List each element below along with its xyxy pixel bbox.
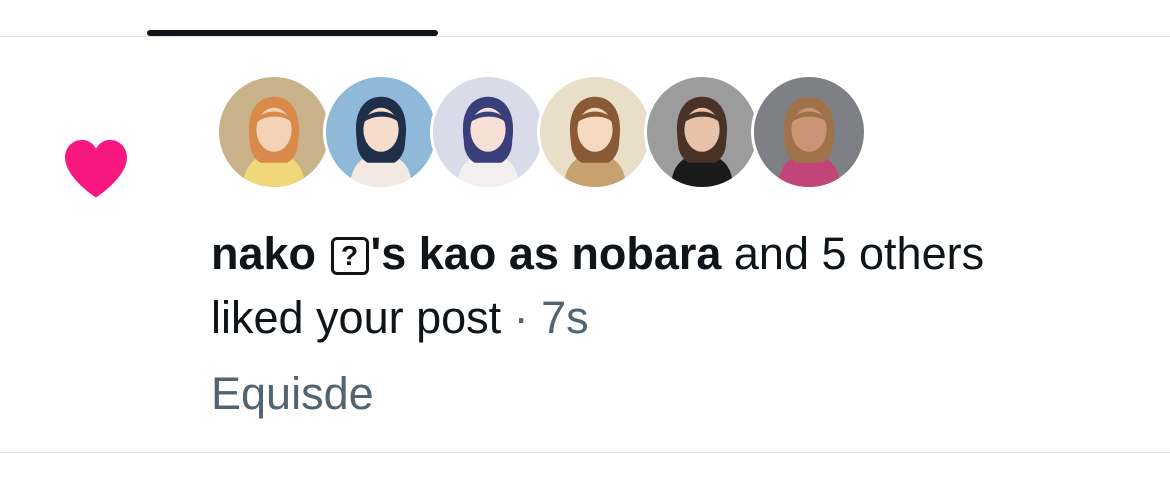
others-count: and 5 others [721,228,985,279]
separator: · [501,292,542,343]
timestamp: 7s [541,292,589,343]
avatar-6[interactable] [751,74,867,190]
avatar-5[interactable] [644,74,760,190]
avatar-4[interactable] [537,74,653,190]
avatar-2[interactable] [323,74,439,190]
notification-text: nako ?'s kao as nobara and 5 others like… [211,222,1151,350]
user-name[interactable]: nako [211,228,316,279]
user-name-suffix[interactable]: 's kao as nobara [371,228,722,279]
action-text: liked your post [211,292,502,343]
avatar-3[interactable] [430,74,546,190]
unknown-emoji-icon: ? [330,237,369,275]
heart-icon [65,139,127,198]
post-excerpt[interactable]: Equisde [211,362,374,426]
avatar-1[interactable] [216,74,332,190]
bottom-divider [0,452,1170,453]
